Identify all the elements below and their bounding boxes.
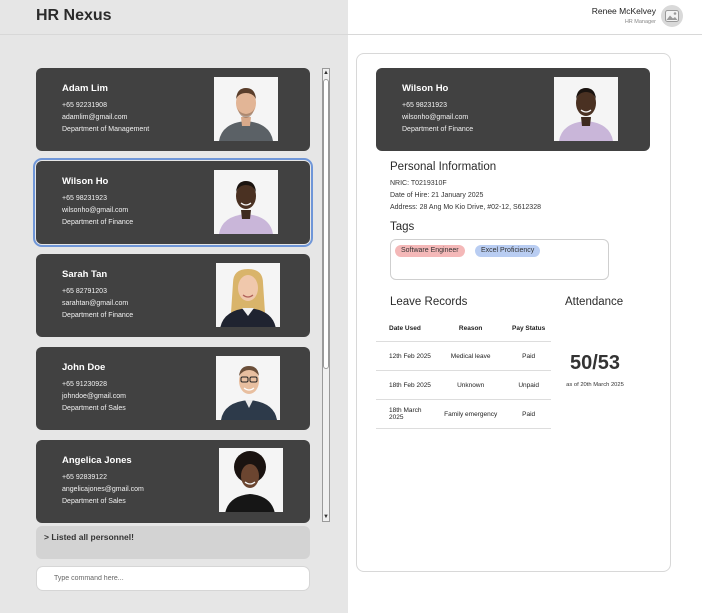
person-card-wilson-ho[interactable]: Wilson Ho +65 98231923 wilsonho@gmail.co… bbox=[33, 158, 313, 247]
person-photo bbox=[214, 77, 278, 141]
result-display: > Listed all personnel! bbox=[36, 526, 310, 559]
person-email: adamlim@gmail.com bbox=[62, 114, 128, 121]
column-header: Pay Status bbox=[506, 316, 551, 342]
user-role: HR Manager bbox=[624, 19, 656, 25]
person-phone: +65 92839122 bbox=[62, 474, 107, 481]
person-phone: +65 91230928 bbox=[62, 381, 107, 388]
person-phone: +65 82791203 bbox=[62, 288, 107, 295]
detail-name: Wilson Ho bbox=[402, 83, 449, 94]
person-department: Department of Sales bbox=[62, 405, 126, 412]
person-email: angelicajones@gmail.com bbox=[62, 486, 144, 493]
leave-date: 12th Feb 2025 bbox=[376, 341, 435, 371]
person-photo bbox=[216, 356, 280, 420]
column-header: Reason bbox=[435, 316, 507, 342]
person-phone: +65 98231923 bbox=[62, 195, 107, 202]
table-header-row: Date Used Reason Pay Status bbox=[376, 316, 551, 342]
table-row: 18th Feb 2025 Unknown Unpaid bbox=[376, 370, 551, 400]
column-header: Date Used bbox=[376, 316, 435, 342]
person-email: johndoe@gmail.com bbox=[62, 393, 126, 400]
leave-pay-status: Paid bbox=[506, 341, 551, 371]
person-department: Department of Sales bbox=[62, 498, 126, 505]
detail-photo bbox=[554, 77, 618, 141]
person-email: wilsonho@gmail.com bbox=[62, 207, 129, 214]
person-card-john-doe[interactable]: John Doe +65 91230928 johndoe@gmail.com … bbox=[36, 347, 310, 430]
tag-software-engineer: Software Engineer bbox=[395, 245, 465, 257]
person-photo bbox=[214, 170, 278, 234]
command-input[interactable] bbox=[52, 574, 296, 583]
person-name: Adam Lim bbox=[62, 83, 108, 94]
leave-pay-status: Paid bbox=[506, 399, 551, 429]
leave-reason: Family emergency bbox=[435, 399, 507, 429]
person-card-sarah-tan[interactable]: Sarah Tan +65 82791203 sarahtan@gmail.co… bbox=[36, 254, 310, 337]
leave-records-table: Date Used Reason Pay Status 12th Feb 202… bbox=[376, 316, 551, 429]
person-card-angelica-jones[interactable]: Angelica Jones +65 92839122 angelicajone… bbox=[36, 440, 310, 523]
person-card-adam-lim[interactable]: Adam Lim +65 92231908 adamlim@gmail.com … bbox=[36, 68, 310, 151]
table-row: 12th Feb 2025 Medical leave Paid bbox=[376, 341, 551, 371]
hire-date-text: Date of Hire: 21 January 2025 bbox=[390, 192, 484, 199]
attendance-note: as of 20th March 2025 bbox=[566, 382, 624, 388]
detail-department: Department of Finance bbox=[402, 126, 474, 133]
address-text: Address: 28 Ang Mo Kio Drive, #02-12, S6… bbox=[390, 204, 541, 211]
person-phone: +65 92231908 bbox=[62, 102, 107, 109]
person-name: Angelica Jones bbox=[62, 455, 132, 466]
attendance-value: 50/53 bbox=[569, 352, 621, 374]
personal-info-heading: Personal Information bbox=[390, 161, 497, 173]
user-info: Renee McKelvey HR Manager bbox=[592, 6, 656, 25]
avatar[interactable] bbox=[661, 5, 683, 27]
nric-text: NRIC: T0219310F bbox=[390, 180, 447, 187]
image-icon bbox=[665, 10, 679, 22]
person-photo bbox=[216, 263, 280, 327]
leave-date: 18th March 2025 bbox=[376, 399, 435, 429]
attendance-heading: Attendance bbox=[565, 296, 624, 308]
user-name: Renee McKelvey bbox=[591, 6, 656, 16]
leave-date: 18th Feb 2025 bbox=[376, 370, 435, 400]
scroll-down-icon[interactable]: ▼ bbox=[323, 513, 329, 521]
result-text: > Listed all personnel! bbox=[44, 532, 134, 542]
table-row: 18th March 2025 Family emergency Paid bbox=[376, 399, 551, 429]
person-name: Sarah Tan bbox=[62, 269, 108, 280]
person-name: Wilson Ho bbox=[62, 176, 109, 187]
tags-box: Software Engineer Excel Proficiency bbox=[390, 239, 609, 280]
detail-email: wilsonho@gmail.com bbox=[402, 114, 469, 121]
person-department: Department of Finance bbox=[62, 312, 134, 319]
detail-person-card: Wilson Ho +65 98231923 wilsonho@gmail.co… bbox=[376, 68, 650, 151]
command-box[interactable] bbox=[36, 566, 310, 591]
leave-records-heading: Leave Records bbox=[390, 296, 468, 308]
person-name: John Doe bbox=[62, 362, 106, 373]
leave-reason: Unknown bbox=[435, 370, 507, 400]
leave-reason: Medical leave bbox=[435, 341, 507, 371]
app-title: HR Nexus bbox=[36, 7, 112, 24]
detail-phone: +65 98231923 bbox=[402, 102, 447, 109]
scroll-thumb[interactable] bbox=[323, 79, 329, 369]
person-department: Department of Finance bbox=[62, 219, 134, 226]
person-photo bbox=[219, 448, 283, 512]
leave-pay-status: Unpaid bbox=[506, 370, 551, 400]
header-divider bbox=[0, 34, 702, 35]
person-department: Department of Management bbox=[62, 126, 150, 133]
person-email: sarahtan@gmail.com bbox=[62, 300, 129, 307]
tag-excel-proficiency: Excel Proficiency bbox=[475, 245, 541, 257]
list-scrollbar[interactable]: ▲ ▼ bbox=[322, 68, 330, 522]
tags-heading: Tags bbox=[390, 221, 415, 233]
scroll-up-icon[interactable]: ▲ bbox=[323, 69, 329, 77]
